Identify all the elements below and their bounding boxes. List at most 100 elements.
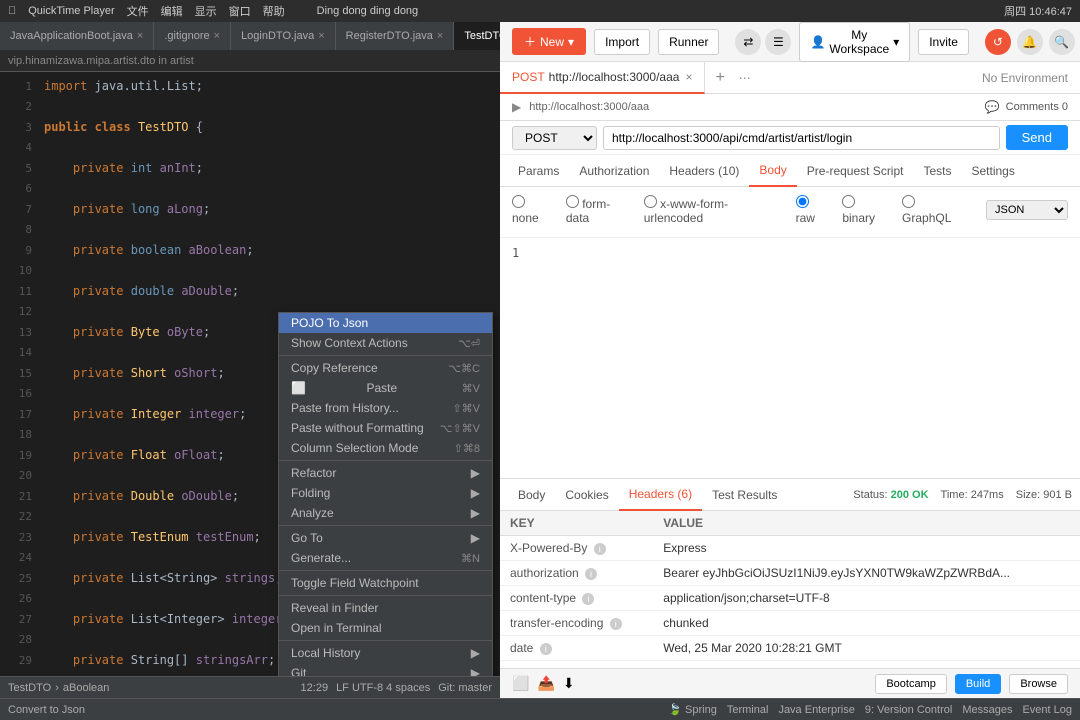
ctx-paste[interactable]: ⬜ Paste ⌘V	[279, 378, 492, 398]
postman-toolbar-icons: ↺ 🔔 🔍 ⚙	[985, 29, 1080, 55]
radio-urlencoded[interactable]: x-www-form-urlencoded	[644, 195, 784, 225]
runner-button[interactable]: Runner	[658, 29, 719, 55]
ctx-reveal-finder[interactable]: Reveal in Finder	[279, 598, 492, 618]
method-select[interactable]: POST GET PUT DELETE	[512, 126, 597, 150]
add-tab-button[interactable]: +	[705, 69, 734, 87]
system-bar-right: 周四 10:46:47	[1004, 3, 1072, 19]
info-icon[interactable]: i	[610, 618, 622, 630]
request-tab-label: http://localhost:3000/aaa	[549, 70, 680, 84]
body-editor[interactable]: 1	[500, 238, 1080, 478]
subtab-params[interactable]: Params	[508, 155, 569, 187]
close-tab-icon[interactable]: ×	[318, 30, 324, 42]
ctx-paste-from-history[interactable]: Paste from History... ⇧⌘V	[279, 398, 492, 418]
workspace-icon: 👤	[810, 35, 825, 49]
subtab-tests[interactable]: Tests	[913, 155, 961, 187]
tab-login-dto[interactable]: LoginDTO.java ×	[231, 22, 336, 50]
event-log[interactable]: Event Log	[1022, 704, 1072, 716]
subtab-settings[interactable]: Settings	[962, 155, 1025, 187]
url-input[interactable]	[603, 126, 1000, 150]
tab-test-dto[interactable]: TestDTO.java ×	[454, 22, 500, 50]
pm-icon-save: ⬇	[563, 675, 575, 692]
ctx-goto[interactable]: Go To ▶	[279, 528, 492, 548]
toolbar-icon-btn[interactable]: ☰	[765, 29, 791, 55]
apple-icon[interactable]: 	[8, 5, 16, 17]
build-button[interactable]: Build	[955, 674, 1001, 694]
subtab-headers[interactable]: Headers (10)	[659, 155, 749, 187]
ctx-open-terminal[interactable]: Open in Terminal	[279, 618, 492, 638]
resp-tab-headers[interactable]: Headers (6)	[619, 479, 702, 511]
ctx-folding[interactable]: Folding ▶	[279, 483, 492, 503]
resp-tab-test-results[interactable]: Test Results	[702, 479, 787, 511]
code-line: 4	[0, 138, 500, 158]
branch-terminal[interactable]: Terminal	[727, 704, 769, 716]
ctx-toggle-watchpoint[interactable]: Toggle Field Watchpoint	[279, 573, 492, 593]
ctx-show-context-actions[interactable]: Show Context Actions ⌥⏎	[279, 333, 492, 353]
subtab-body[interactable]: Body	[749, 155, 796, 187]
new-button[interactable]: ＋ New ▾	[512, 28, 586, 55]
close-tab-icon[interactable]: ×	[437, 30, 443, 42]
branch-spring[interactable]: 🍃 Spring	[668, 703, 717, 716]
send-button[interactable]: Send	[1006, 125, 1068, 150]
subtab-pre-request[interactable]: Pre-request Script	[797, 155, 914, 187]
menu-edit[interactable]: 编辑	[161, 3, 183, 19]
tab-register-dto[interactable]: RegisterDTO.java ×	[336, 22, 455, 50]
info-icon[interactable]: i	[582, 593, 594, 605]
code-line: 9 private boolean aBoolean;	[0, 240, 500, 261]
request-tab-post[interactable]: POST http://localhost:3000/aaa ×	[500, 62, 705, 94]
search-icon-btn[interactable]: 🔍	[1049, 29, 1075, 55]
body-options: none form-data x-www-form-urlencoded raw…	[512, 191, 1068, 233]
ctx-column-selection[interactable]: Column Selection Mode ⇧⌘8	[279, 438, 492, 458]
paste-icon: ⬜	[291, 381, 306, 395]
tab-java-application-boot[interactable]: JavaApplicationBoot.java ×	[0, 22, 154, 50]
subtab-authorization[interactable]: Authorization	[569, 155, 659, 187]
sync-icon-btn[interactable]: ↺	[985, 29, 1011, 55]
import-button[interactable]: Import	[594, 29, 650, 55]
expand-icon[interactable]: ▶	[512, 100, 521, 114]
radio-graphql[interactable]: GraphQL	[902, 195, 966, 225]
code-line: 11 private double aDouble;	[0, 281, 500, 302]
menu-view[interactable]: 显示	[195, 3, 217, 19]
invite-button[interactable]: Invite	[918, 29, 969, 55]
table-row: X-Powered-By i Express	[500, 536, 1080, 561]
info-icon[interactable]: i	[585, 568, 597, 580]
more-tabs-icon[interactable]: ⋯	[739, 71, 751, 85]
headers-table-container: KEY VALUE X-Powered-By i Express authori…	[500, 511, 1080, 668]
app-name[interactable]: QuickTime Player	[28, 5, 114, 17]
info-icon[interactable]: i	[540, 643, 552, 655]
close-tab-icon[interactable]: ×	[685, 70, 692, 84]
menu-help[interactable]: 帮助	[263, 3, 285, 19]
ctx-local-history[interactable]: Local History ▶	[279, 643, 492, 663]
resp-tab-body[interactable]: Body	[508, 479, 555, 511]
version-control[interactable]: 9: Version Control	[865, 704, 952, 716]
radio-form-data[interactable]: form-data	[566, 195, 632, 225]
toolbar-icon-btn[interactable]: ⇄	[735, 29, 761, 55]
browse-button[interactable]: Browse	[1009, 674, 1068, 694]
ctx-paste-without-formatting[interactable]: Paste without Formatting ⌥⇧⌘V	[279, 418, 492, 438]
close-tab-icon[interactable]: ×	[214, 30, 220, 42]
table-row: content-type i application/json;charset=…	[500, 586, 1080, 611]
info-icon[interactable]: i	[594, 543, 606, 555]
method-url-row: POST GET PUT DELETE Send	[500, 121, 1080, 155]
bell-icon-btn[interactable]: 🔔	[1017, 29, 1043, 55]
menu-window[interactable]: 窗口	[229, 3, 251, 19]
menu-file[interactable]: 文件	[127, 3, 149, 19]
radio-none[interactable]: none	[512, 195, 554, 225]
java-enterprise[interactable]: Java Enterprise	[778, 704, 854, 716]
resp-tab-cookies[interactable]: Cookies	[555, 479, 618, 511]
radio-raw[interactable]: raw	[796, 195, 831, 225]
workspace-button[interactable]: 👤 My Workspace ▾	[799, 22, 910, 62]
close-tab-icon[interactable]: ×	[137, 30, 143, 42]
ctx-generate[interactable]: Generate... ⌘N	[279, 548, 492, 568]
body-format-select[interactable]: JSON Text JavaScript HTML XML	[986, 200, 1068, 220]
global-status-bar: Convert to Json 🍃 Spring Terminal Java E…	[0, 698, 1080, 720]
tab-gitignore[interactable]: .gitignore ×	[154, 22, 231, 50]
radio-binary[interactable]: binary	[842, 195, 890, 225]
ctx-git[interactable]: Git ▶	[279, 663, 492, 676]
ctx-copy-reference[interactable]: Copy Reference ⌥⌘C	[279, 358, 492, 378]
ctx-analyze[interactable]: Analyze ▶	[279, 503, 492, 523]
bootcamp-button[interactable]: Bootcamp	[875, 674, 947, 694]
ctx-pojo-to-json[interactable]: POJO To Json	[279, 313, 492, 333]
messages[interactable]: Messages	[962, 704, 1012, 716]
ctx-refactor[interactable]: Refactor ▶	[279, 463, 492, 483]
table-row: date i Wed, 25 Mar 2020 10:28:21 GMT	[500, 636, 1080, 661]
